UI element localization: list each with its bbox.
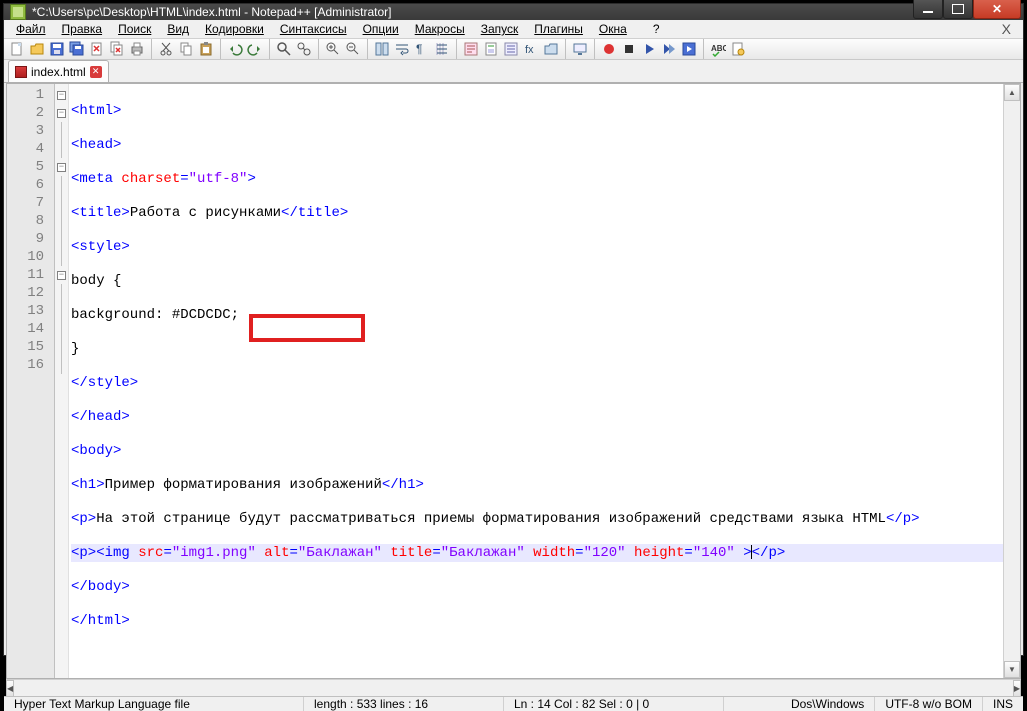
doc-list-icon[interactable] bbox=[502, 40, 520, 58]
menu-syntax[interactable]: Синтаксисы bbox=[272, 20, 355, 38]
spellcheck-icon[interactable]: ABC bbox=[709, 40, 727, 58]
macro-play-icon[interactable] bbox=[640, 40, 658, 58]
file-modified-icon bbox=[15, 66, 27, 78]
open-file-icon[interactable] bbox=[28, 40, 46, 58]
fold-toggle[interactable]: − bbox=[57, 109, 66, 118]
menu-help[interactable]: ? bbox=[645, 20, 668, 38]
status-insert-mode[interactable]: INS bbox=[983, 697, 1023, 711]
status-length: length : 533 lines : 16 bbox=[304, 697, 504, 711]
about-icon[interactable] bbox=[729, 40, 747, 58]
scroll-up-button[interactable]: ▲ bbox=[1004, 84, 1020, 101]
copy-icon[interactable] bbox=[177, 40, 195, 58]
application-window: *C:\Users\pc\Desktop\HTML\index.html - N… bbox=[3, 3, 1024, 656]
save-all-icon[interactable] bbox=[68, 40, 86, 58]
function-list-icon[interactable]: fx bbox=[522, 40, 540, 58]
menu-options[interactable]: Опции bbox=[355, 20, 407, 38]
redo-icon[interactable] bbox=[246, 40, 264, 58]
menu-macros[interactable]: Макросы bbox=[407, 20, 473, 38]
show-all-chars-icon[interactable]: ¶ bbox=[413, 40, 431, 58]
svg-text:fx: fx bbox=[525, 44, 534, 56]
doc-map-icon[interactable] bbox=[482, 40, 500, 58]
statusbar: Hyper Text Markup Language file length :… bbox=[4, 696, 1023, 711]
folder-workspace-icon[interactable] bbox=[542, 40, 560, 58]
close-all-icon[interactable] bbox=[108, 40, 126, 58]
status-position: Ln : 14 Col : 82 Sel : 0 | 0 bbox=[504, 697, 724, 711]
minimize-button[interactable] bbox=[913, 0, 943, 19]
tab-bar: index.html ✕ bbox=[4, 60, 1023, 83]
app-icon bbox=[10, 4, 26, 20]
editor-area: 1 2 3 4 5 6 7 8 9 10 11 12 13 14 15 16 −… bbox=[6, 83, 1021, 679]
find-icon[interactable] bbox=[275, 40, 293, 58]
maximize-button[interactable] bbox=[943, 0, 973, 19]
menu-view[interactable]: Вид bbox=[159, 20, 197, 38]
tab-close-icon[interactable]: ✕ bbox=[90, 66, 102, 78]
sync-scroll-icon[interactable] bbox=[373, 40, 391, 58]
fold-toggle[interactable]: − bbox=[57, 271, 66, 280]
line-number-gutter: 1 2 3 4 5 6 7 8 9 10 11 12 13 14 15 16 bbox=[7, 84, 55, 678]
print-icon[interactable] bbox=[128, 40, 146, 58]
titlebar[interactable]: *C:\Users\pc\Desktop\HTML\index.html - N… bbox=[4, 4, 1023, 20]
tab-index-html[interactable]: index.html ✕ bbox=[8, 60, 109, 82]
scroll-left-button[interactable]: ◀ bbox=[6, 680, 14, 697]
menu-close-doc[interactable]: X bbox=[994, 21, 1019, 37]
word-wrap-icon[interactable] bbox=[393, 40, 411, 58]
status-encoding[interactable]: UTF-8 w/o BOM bbox=[875, 697, 983, 711]
close-window-button[interactable] bbox=[973, 0, 1021, 19]
tab-label: index.html bbox=[31, 65, 86, 79]
close-file-icon[interactable] bbox=[88, 40, 106, 58]
menu-file[interactable]: Файл bbox=[8, 20, 54, 38]
macro-record-icon[interactable] bbox=[600, 40, 618, 58]
menu-encoding[interactable]: Кодировки bbox=[197, 20, 272, 38]
menu-run[interactable]: Запуск bbox=[473, 20, 527, 38]
save-icon[interactable] bbox=[48, 40, 66, 58]
fold-toggle[interactable]: − bbox=[57, 163, 66, 172]
vertical-scrollbar[interactable]: ▲ ▼ bbox=[1003, 84, 1020, 678]
replace-icon[interactable] bbox=[295, 40, 313, 58]
fold-toggle[interactable]: − bbox=[57, 91, 66, 100]
paste-icon[interactable] bbox=[197, 40, 215, 58]
undo-icon[interactable] bbox=[226, 40, 244, 58]
menubar: Файл Правка Поиск Вид Кодировки Синтакси… bbox=[4, 20, 1023, 39]
monitor-icon[interactable] bbox=[571, 40, 589, 58]
zoom-out-icon[interactable] bbox=[344, 40, 362, 58]
macro-save-icon[interactable] bbox=[680, 40, 698, 58]
cut-icon[interactable] bbox=[157, 40, 175, 58]
window-title: *C:\Users\pc\Desktop\HTML\index.html - N… bbox=[32, 5, 913, 19]
macro-play-multi-icon[interactable] bbox=[660, 40, 678, 58]
status-filetype: Hyper Text Markup Language file bbox=[4, 697, 304, 711]
scroll-down-button[interactable]: ▼ bbox=[1004, 661, 1020, 678]
indent-guide-icon[interactable] bbox=[433, 40, 451, 58]
fold-column: − − − − bbox=[55, 84, 69, 678]
horizontal-scrollbar[interactable]: ◀ ▶ bbox=[6, 679, 1021, 696]
menu-windows[interactable]: Окна bbox=[591, 20, 635, 38]
user-lang-icon[interactable] bbox=[462, 40, 480, 58]
toolbar: ¶ fx ABC bbox=[4, 39, 1023, 60]
code-editor[interactable]: <html> <head> <meta charset="utf-8"> <ti… bbox=[69, 84, 1003, 678]
scroll-right-button[interactable]: ▶ bbox=[1013, 680, 1021, 697]
menu-plugins[interactable]: Плагины bbox=[526, 20, 591, 38]
menu-search[interactable]: Поиск bbox=[110, 20, 159, 38]
macro-stop-icon[interactable] bbox=[620, 40, 638, 58]
zoom-in-icon[interactable] bbox=[324, 40, 342, 58]
svg-text:¶: ¶ bbox=[416, 42, 422, 56]
menu-edit[interactable]: Правка bbox=[54, 20, 111, 38]
new-file-icon[interactable] bbox=[8, 40, 26, 58]
status-eol[interactable]: Dos\Windows bbox=[781, 697, 875, 711]
